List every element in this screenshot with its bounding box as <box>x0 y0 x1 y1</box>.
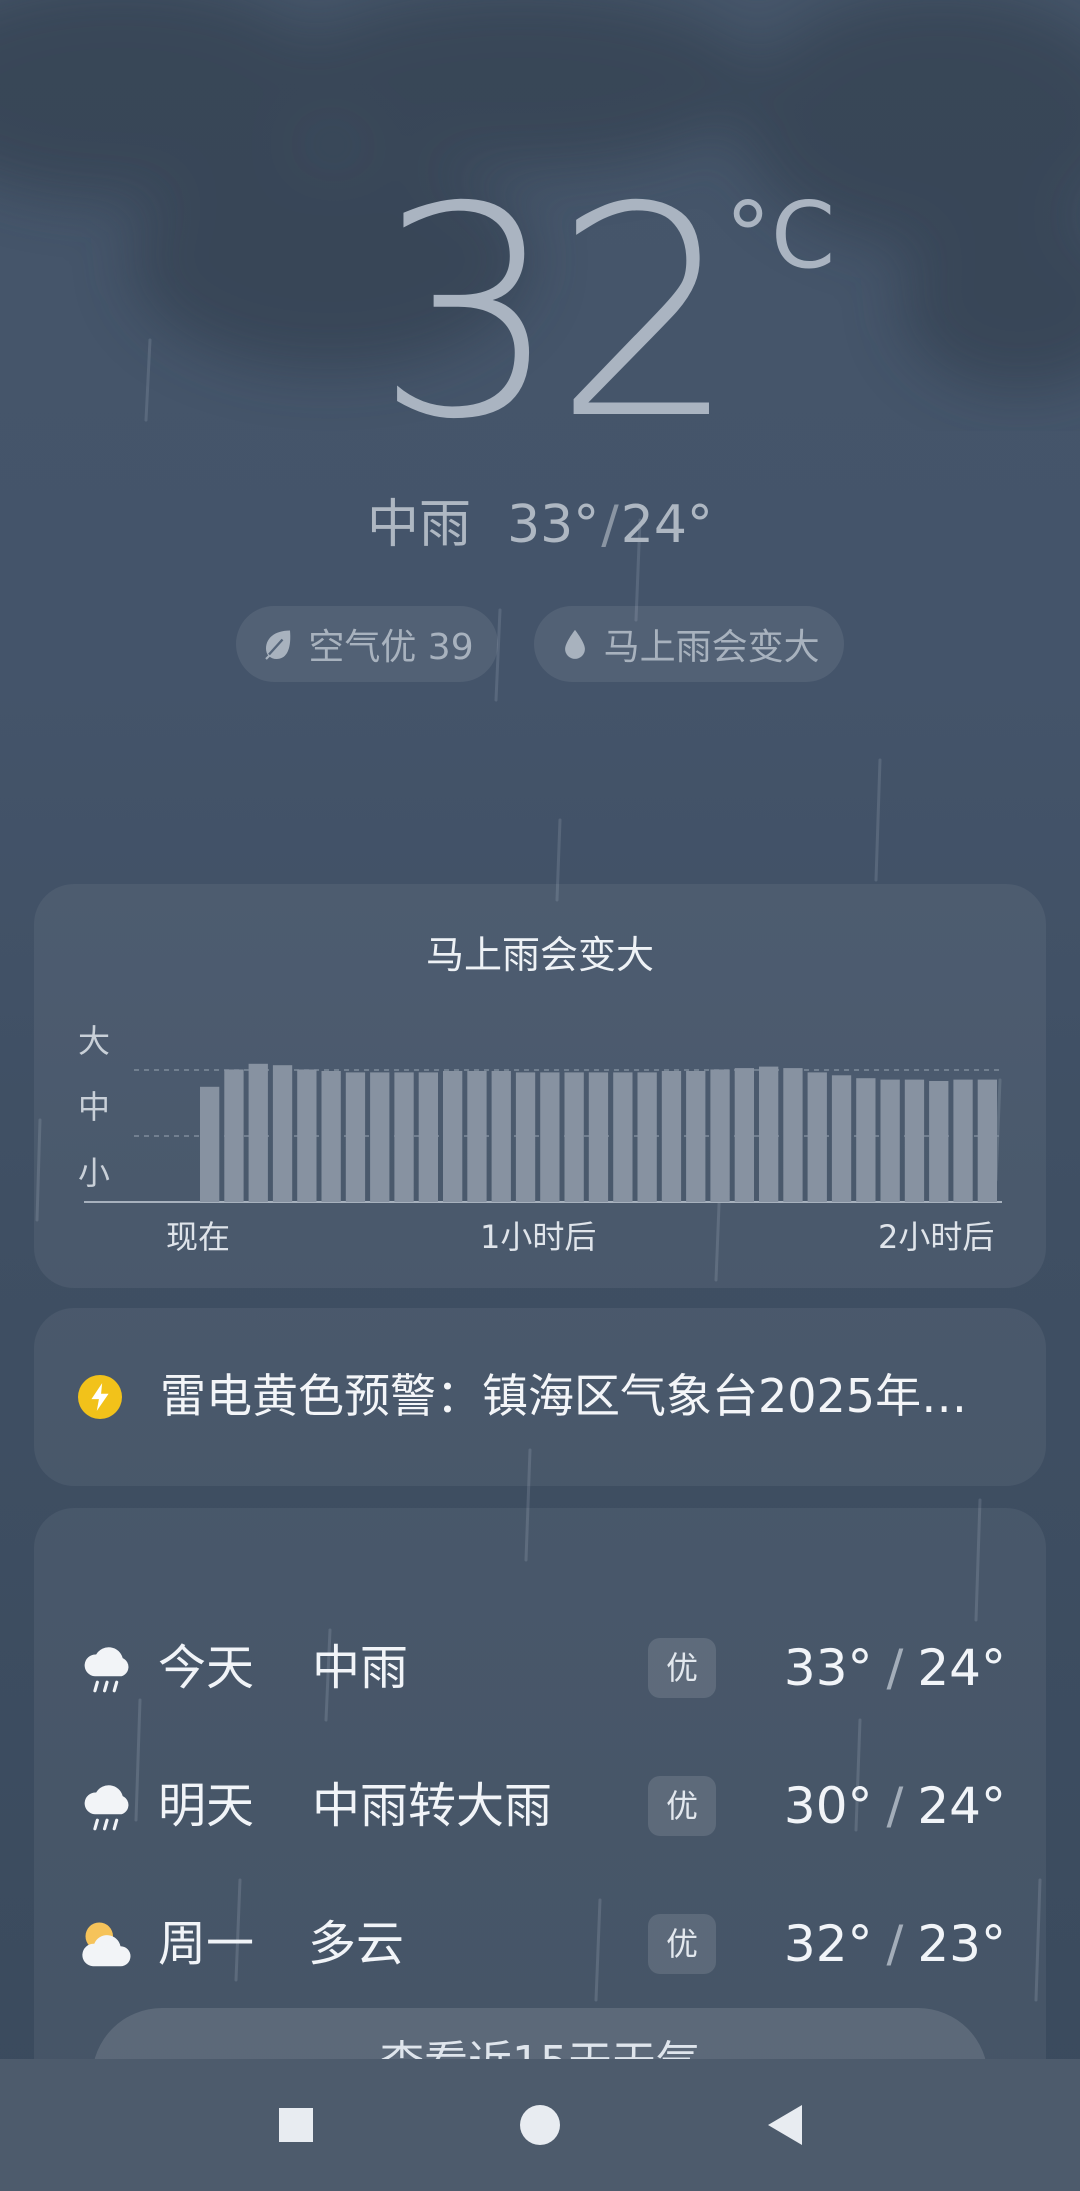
forecast-high: 32° <box>783 1915 873 1973</box>
precip-bar <box>710 1069 730 1202</box>
forecast-low: 24° <box>917 1777 1006 1835</box>
precip-bar <box>856 1078 876 1202</box>
forecast-high: 30° <box>783 1777 873 1835</box>
forecast-day: 明天 <box>158 1778 255 1834</box>
current-temperature: 32 <box>375 146 738 483</box>
forecast-separator: / <box>886 1915 904 1973</box>
forecast-row-today[interactable]: 今天 中雨 优 33°/24° <box>34 1618 1046 1718</box>
forecast-low: 24° <box>917 1639 1006 1697</box>
x-label-2h: 2小时后 <box>878 1218 995 1256</box>
system-nav-bar <box>0 2059 1080 2191</box>
precip-bar <box>613 1072 633 1202</box>
precip-bar <box>734 1068 754 1202</box>
precip-bar <box>807 1072 827 1202</box>
temp-separator: / <box>601 495 619 555</box>
alert-text: 雷电黄色预警：镇海区气象台2025年… <box>160 1369 968 1423</box>
precip-bar <box>345 1072 366 1202</box>
precip-bar <box>321 1071 341 1202</box>
precip-bars <box>200 1063 997 1202</box>
precip-bar <box>661 1071 682 1202</box>
precipitation-card[interactable]: 马上雨会变大 大 中 小 现在 1小时后 2小时后 <box>34 884 1046 1288</box>
lightning-icon <box>78 1375 122 1419</box>
precip-bar <box>977 1079 997 1202</box>
precip-bar <box>224 1069 244 1202</box>
forecast-row-monday[interactable]: 周一 多云 优 32°/23° <box>34 1894 1046 1994</box>
forecast-temps: 32°/23° <box>784 1912 1006 1976</box>
precip-bar <box>540 1072 560 1202</box>
precip-bar <box>564 1072 584 1202</box>
info-pills: 空气优 39 马上雨会变大 <box>0 606 1080 682</box>
aqi-badge: 优 <box>648 1914 716 1974</box>
precip-bar <box>443 1071 463 1202</box>
precip-bar <box>491 1071 511 1202</box>
rain-cloud-icon <box>84 1785 129 1831</box>
precip-bar <box>588 1072 609 1202</box>
forecast-temps: 30°/24° <box>784 1774 1006 1838</box>
precipitation-chart <box>84 1063 1002 1203</box>
precip-bar <box>783 1068 803 1202</box>
home-icon[interactable] <box>504 2089 576 2161</box>
forecast-condition: 多云 <box>308 1916 405 1972</box>
precipitation-title: 马上雨会变大 <box>425 933 654 977</box>
air-quality-label: 空气优 39 <box>308 627 474 668</box>
rain-notice-pill[interactable]: 马上雨会变大 <box>533 606 844 682</box>
raindrop-icon <box>564 629 585 659</box>
temperature-unit: °C <box>725 182 836 289</box>
weather-alert-card[interactable]: 雷电黄色预警：镇海区气象台2025年… <box>34 1308 1046 1486</box>
precip-bar <box>370 1072 390 1202</box>
forecast-separator: / <box>886 1639 904 1697</box>
aqi-badge: 优 <box>648 1638 716 1698</box>
leaf-icon <box>265 630 291 660</box>
forecast-high: 33° <box>783 1639 873 1697</box>
back-icon[interactable] <box>750 2089 822 2161</box>
aqi-badge: 优 <box>648 1776 716 1836</box>
forecast-temps: 33°/24° <box>784 1636 1006 1700</box>
precip-bar <box>200 1086 220 1202</box>
rain-cloud-icon <box>84 1647 129 1693</box>
forecast-low: 23° <box>917 1915 1006 1973</box>
today-low: 24° <box>620 495 713 555</box>
forecast-day: 今天 <box>158 1640 255 1696</box>
precip-bar <box>831 1075 852 1202</box>
air-quality-pill[interactable]: 空气优 39 <box>236 606 498 682</box>
precip-bar <box>418 1072 438 1202</box>
precip-bar <box>394 1072 414 1202</box>
current-condition: 中雨 <box>367 495 472 555</box>
forecast-day: 周一 <box>158 1916 255 1972</box>
precip-bar <box>953 1079 973 1202</box>
weather-screen: 32 °C 中雨 33°/24° 空气优 39 马上雨会变大 马上雨会变大 大 中… <box>0 0 1080 2191</box>
precip-bar <box>759 1066 779 1202</box>
recent-apps-icon[interactable] <box>260 2089 332 2161</box>
precip-bar <box>248 1063 268 1202</box>
precip-bar <box>686 1071 706 1202</box>
current-condition-row: 中雨 33°/24° <box>0 490 1080 560</box>
precip-bar <box>515 1072 536 1202</box>
forecast-row-tomorrow[interactable]: 明天 中雨转大雨 优 30°/24° <box>34 1756 1046 1856</box>
today-high: 33° <box>507 495 600 555</box>
x-label-now: 现在 <box>166 1218 231 1256</box>
precip-bar <box>637 1072 657 1202</box>
precip-bar <box>904 1079 925 1202</box>
precip-bar <box>880 1079 900 1202</box>
partly-cloudy-icon <box>82 1922 131 1967</box>
forecast-condition: 中雨转大雨 <box>312 1778 553 1834</box>
forecast-separator: / <box>886 1777 904 1835</box>
x-label-1h: 1小时后 <box>480 1218 597 1256</box>
precip-bar <box>272 1065 293 1202</box>
rain-notice-label: 马上雨会变大 <box>603 627 820 668</box>
forecast-condition: 中雨 <box>312 1640 409 1696</box>
precip-bar <box>467 1071 487 1202</box>
precip-bar <box>929 1081 949 1202</box>
precip-bar <box>297 1069 317 1202</box>
